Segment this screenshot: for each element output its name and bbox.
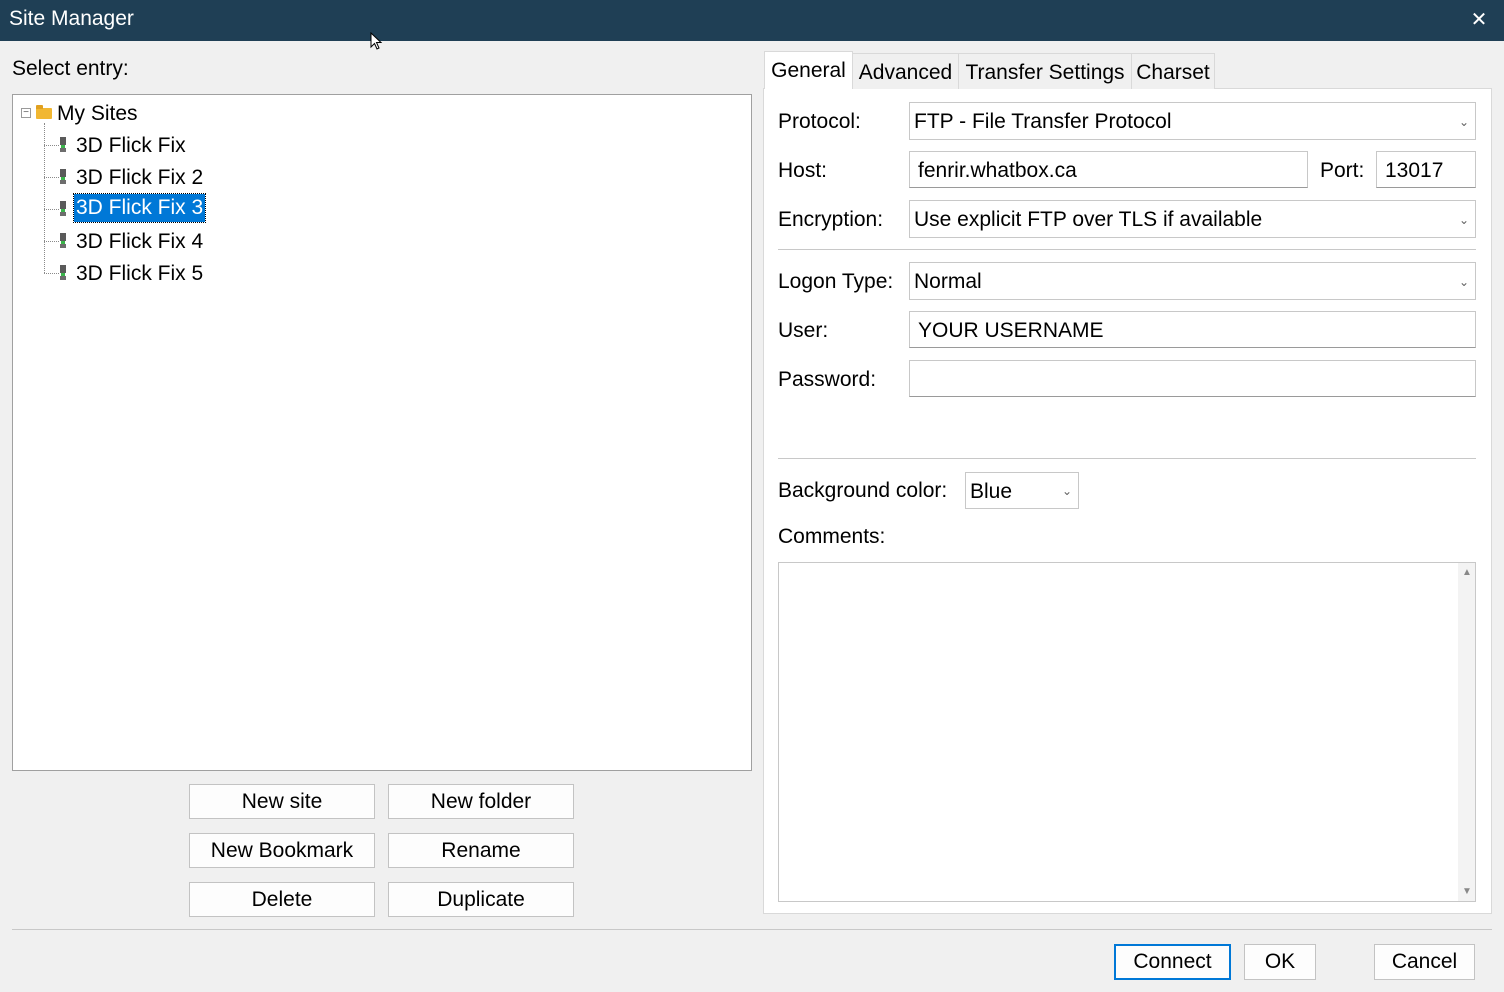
port-label: Port:	[1320, 159, 1365, 182]
encryption-label: Encryption:	[778, 208, 884, 231]
comments-label: Comments:	[778, 525, 886, 548]
tab-charset[interactable]: Charset	[1131, 53, 1215, 89]
rename-button[interactable]: Rename	[388, 833, 574, 868]
chevron-down-icon: ⌄	[1458, 213, 1469, 227]
user-value: YOUR USERNAME	[918, 319, 1104, 342]
tab-general[interactable]: General	[764, 51, 853, 89]
user-input[interactable]: YOUR USERNAME	[909, 311, 1476, 348]
host-value: fenrir.whatbox.ca	[918, 159, 1077, 182]
new-bookmark-button[interactable]: New Bookmark	[189, 833, 375, 868]
duplicate-button[interactable]: Duplicate	[388, 882, 574, 917]
server-icon	[60, 265, 66, 280]
host-label: Host:	[778, 159, 828, 182]
scroll-up-icon[interactable]: ▲	[1462, 567, 1472, 578]
background-color-value: Blue	[970, 480, 1013, 503]
encryption-select[interactable]: Use explicit FTP over TLS if available ⌄	[909, 200, 1476, 238]
password-input[interactable]	[909, 360, 1476, 397]
server-icon	[60, 137, 66, 152]
tree-item-site-selected[interactable]: 3D Flick Fix 3	[72, 193, 207, 223]
password-label: Password:	[778, 368, 877, 391]
collapse-icon[interactable]: −	[21, 108, 31, 118]
new-site-button[interactable]: New site	[189, 784, 375, 819]
tree-item-site[interactable]: 3D Flick Fix	[74, 133, 188, 159]
logon-type-value: Normal	[914, 270, 982, 293]
select-entry-label: Select entry:	[12, 57, 129, 80]
chevron-down-icon: ⌄	[1458, 115, 1469, 129]
protocol-select[interactable]: FTP - File Transfer Protocol ⌄	[909, 102, 1476, 140]
protocol-value: FTP - File Transfer Protocol	[914, 110, 1172, 133]
host-input[interactable]: fenrir.whatbox.ca	[909, 151, 1308, 188]
tree-item-site[interactable]: 3D Flick Fix 4	[74, 229, 205, 255]
title-bar	[0, 0, 1504, 41]
chevron-down-icon: ⌄	[1061, 484, 1072, 498]
scroll-down-icon[interactable]: ▼	[1462, 886, 1472, 897]
logon-type-select[interactable]: Normal ⌄	[909, 262, 1476, 300]
port-value: 13017	[1385, 159, 1444, 182]
site-tree[interactable]: − My Sites 3D Flick Fix 3D Flick Fix 2 3…	[12, 94, 752, 771]
delete-button[interactable]: Delete	[189, 882, 375, 917]
tab-transfer-settings[interactable]: Transfer Settings	[958, 53, 1132, 89]
tree-root-my-sites[interactable]: My Sites	[55, 101, 140, 127]
encryption-value: Use explicit FTP over TLS if available	[914, 208, 1263, 231]
close-icon[interactable]: ✕	[1462, 5, 1496, 35]
server-icon	[60, 169, 66, 184]
background-color-select[interactable]: Blue ⌄	[965, 472, 1079, 509]
divider	[778, 249, 1476, 250]
server-icon	[60, 233, 66, 248]
new-folder-button[interactable]: New folder	[388, 784, 574, 819]
server-icon	[60, 201, 66, 216]
footer-divider	[12, 929, 1492, 930]
comments-textarea[interactable]: ▲ ▼	[778, 562, 1476, 902]
tab-advanced[interactable]: Advanced	[852, 53, 959, 89]
window-title: Site Manager	[9, 7, 134, 30]
user-label: User:	[778, 319, 829, 342]
protocol-label: Protocol:	[778, 110, 861, 133]
folder-icon	[36, 105, 52, 119]
logon-type-label: Logon Type:	[778, 270, 894, 293]
comments-scrollbar[interactable]: ▲ ▼	[1458, 563, 1475, 901]
cancel-button[interactable]: Cancel	[1374, 944, 1475, 980]
connect-button[interactable]: Connect	[1114, 944, 1231, 980]
port-input[interactable]: 13017	[1376, 151, 1476, 188]
tree-item-site[interactable]: 3D Flick Fix 5	[74, 261, 205, 287]
background-color-label: Background color:	[778, 479, 948, 502]
chevron-down-icon: ⌄	[1458, 275, 1469, 289]
ok-button[interactable]: OK	[1244, 944, 1316, 980]
divider	[778, 458, 1476, 459]
mouse-cursor-icon	[370, 32, 383, 50]
tree-item-site[interactable]: 3D Flick Fix 2	[74, 165, 205, 191]
